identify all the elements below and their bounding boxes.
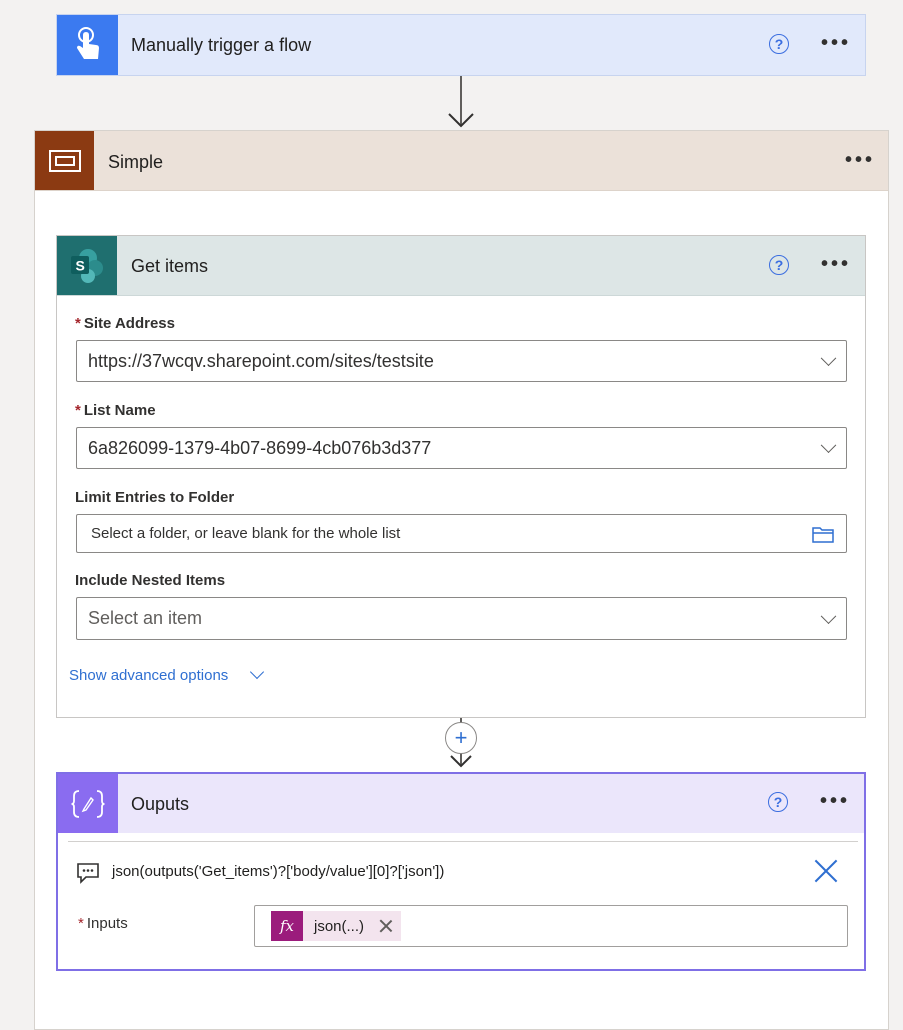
site-address-label: * Site Address	[75, 315, 175, 332]
help-icon[interactable]: ?	[769, 34, 789, 54]
chevron-down-icon	[820, 350, 837, 367]
chevron-down-icon	[820, 607, 837, 624]
get-items-title: Get items	[131, 256, 209, 276]
limit-folder-label: Limit Entries to Folder	[75, 489, 235, 506]
compose-braces-icon	[58, 774, 118, 833]
more-options-icon[interactable]: •••	[845, 150, 875, 170]
chevron-down-icon	[820, 437, 837, 454]
sharepoint-logo-icon: S	[57, 236, 117, 295]
scope-header[interactable]: Simple •••	[35, 131, 888, 191]
trigger-title: Manually trigger a flow	[131, 35, 312, 55]
nested-items-dropdown[interactable]: Select an item	[76, 597, 847, 640]
divider	[68, 841, 858, 842]
expression-text: json(outputs('Get_items')?['body/value']…	[112, 863, 445, 880]
help-icon[interactable]: ?	[768, 792, 788, 812]
get-items-card: S Get items ? •••	[56, 235, 866, 718]
scope-title: Simple	[108, 152, 164, 172]
scope-frame-icon	[35, 131, 94, 190]
outputs-header[interactable]: Ouputs ? •••	[58, 774, 864, 833]
nested-items-label: Include Nested Items	[75, 572, 226, 589]
folder-icon[interactable]	[812, 525, 834, 543]
trigger-card[interactable]: Manually trigger a flow ? •••	[56, 14, 866, 76]
more-options-icon[interactable]: •••	[821, 254, 851, 274]
list-name-label: * List Name	[75, 402, 156, 419]
site-address-value: https://37wcqv.sharepoint.com/sites/test…	[88, 350, 434, 371]
more-options-icon[interactable]: •••	[820, 791, 850, 811]
close-icon[interactable]	[814, 859, 838, 883]
function-icon: fx	[271, 911, 303, 941]
outputs-card: Ouputs ? ••• json(outputs('Get_items')?[…	[56, 772, 866, 971]
inputs-field[interactable]: fx json(...)	[254, 905, 848, 947]
comment-icon	[77, 863, 99, 884]
show-advanced-options-link[interactable]: Show advanced options	[69, 667, 228, 684]
limit-folder-input[interactable]: Select a folder, or leave blank for the …	[76, 514, 847, 553]
limit-folder-placeholder: Select a folder, or leave blank for the …	[91, 525, 401, 542]
help-icon[interactable]: ?	[769, 255, 789, 275]
add-step-button[interactable]: +	[445, 722, 477, 754]
get-items-header[interactable]: S Get items ? •••	[57, 236, 865, 296]
token-label: json(...)	[314, 917, 365, 935]
expression-token[interactable]: fx json(...)	[271, 911, 401, 941]
outputs-title: Ouputs	[131, 794, 190, 814]
svg-text:S: S	[76, 257, 85, 273]
touch-hand-icon	[57, 15, 118, 75]
more-options-icon[interactable]: •••	[821, 33, 851, 53]
connector-arrow-icon	[448, 113, 474, 128]
connector-arrow-icon	[450, 755, 472, 768]
site-address-dropdown[interactable]: https://37wcqv.sharepoint.com/sites/test…	[76, 340, 847, 382]
list-name-value: 6a826099-1379-4b07-8699-4cb076b3d377	[88, 437, 432, 458]
remove-token-icon[interactable]	[379, 919, 393, 933]
inputs-label: * Inputs	[78, 915, 128, 932]
nested-items-placeholder: Select an item	[88, 608, 203, 628]
list-name-dropdown[interactable]: 6a826099-1379-4b07-8699-4cb076b3d377	[76, 427, 847, 469]
